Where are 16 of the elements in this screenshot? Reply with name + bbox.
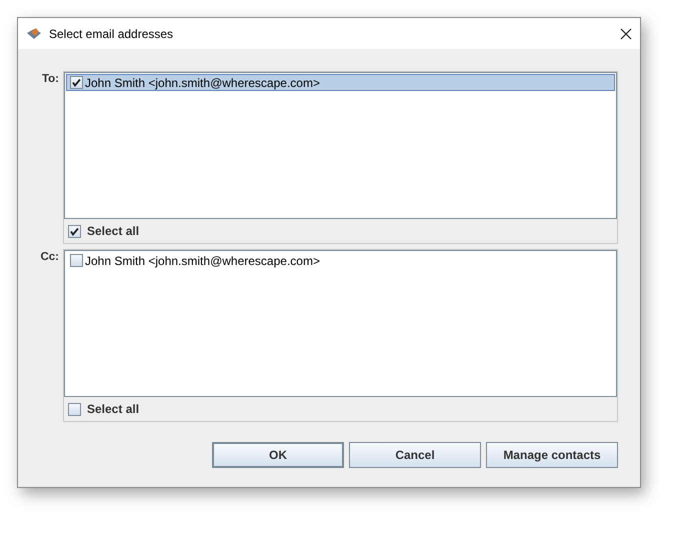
- recipient-item[interactable]: John Smith <john.smith@wherescape.com>: [66, 252, 615, 269]
- close-icon[interactable]: [620, 28, 632, 40]
- dialog-button[interactable]: Manage contacts: [486, 442, 618, 468]
- select-all-checkbox[interactable]: [68, 402, 81, 416]
- recipient-checkbox[interactable]: [70, 76, 83, 89]
- field-label: Cc:: [39, 250, 59, 265]
- select-all-checkbox[interactable]: [68, 224, 81, 238]
- select-all-label[interactable]: Select all: [87, 402, 140, 416]
- select-all-label[interactable]: Select all: [87, 224, 140, 238]
- field-label: To:: [40, 72, 59, 87]
- dialog-button[interactable]: OK: [212, 442, 344, 468]
- window-title: Select email addresses: [49, 26, 174, 40]
- app-icon: [26, 26, 42, 40]
- dialog-button[interactable]: Cancel: [349, 442, 481, 468]
- recipient-item[interactable]: John Smith <john.smith@wherescape.com>: [66, 74, 615, 91]
- recipient-checkbox[interactable]: [70, 254, 83, 267]
